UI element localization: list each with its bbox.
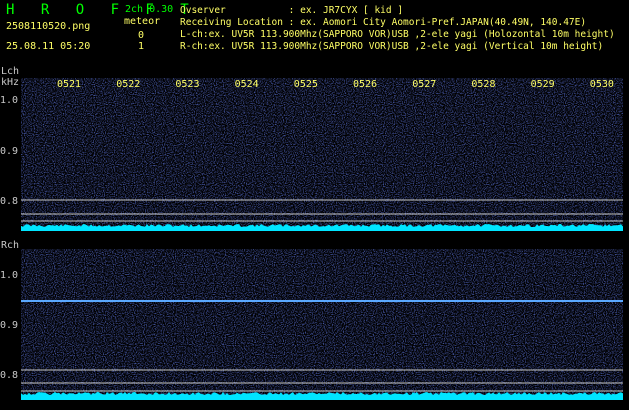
rch-noise-field <box>21 249 623 400</box>
rch-channel-label: Rch <box>1 240 20 251</box>
time-tick-label: 0527 <box>412 79 437 90</box>
time-tick-label: 0523 <box>175 79 200 90</box>
lch-unit-label: kHz <box>1 77 20 88</box>
lch-ytick-3: 0.8 <box>0 196 19 207</box>
time-tick-label: 0524 <box>234 79 259 90</box>
time-tick-label: 0525 <box>293 79 318 90</box>
time-tick-label: 0526 <box>353 79 378 90</box>
time-tick-label: 0529 <box>530 79 555 90</box>
rch-spectrogram <box>21 249 623 400</box>
lch-ytick-2: 0.9 <box>0 146 19 157</box>
time-tick-label: 0521 <box>57 79 82 90</box>
rch-ytick-2: 0.9 <box>0 320 19 331</box>
rch-ytick-1: 1.0 <box>0 270 19 281</box>
spectrogram-canvas <box>21 78 623 400</box>
lch-noise-field <box>21 78 623 231</box>
lch-ytick-1: 1.0 <box>0 95 19 106</box>
time-tick-label: 0528 <box>471 79 496 90</box>
time-tick-label: 0530 <box>589 79 614 90</box>
time-tick-label: 0522 <box>116 79 141 90</box>
lch-spectrogram <box>21 78 623 231</box>
rch-ytick-3: 0.8 <box>0 370 19 381</box>
